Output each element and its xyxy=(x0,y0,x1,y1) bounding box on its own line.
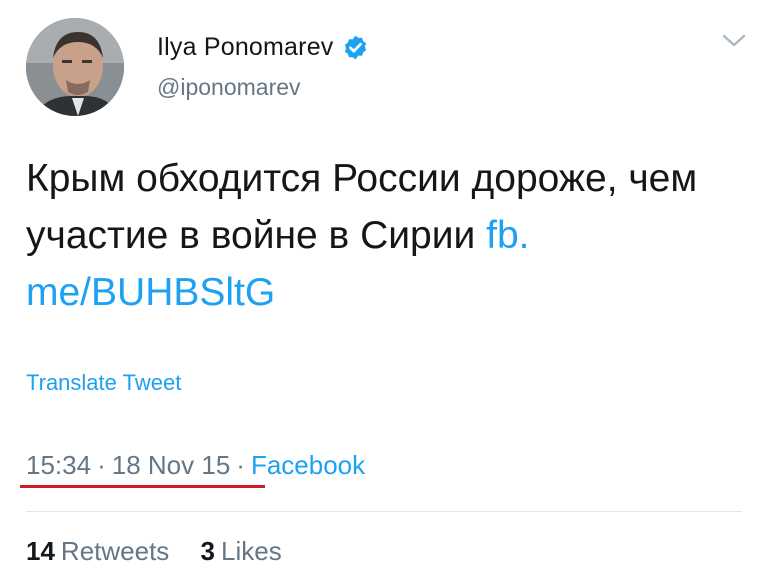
translate-tweet-link[interactable]: Translate Tweet xyxy=(26,370,181,396)
tweet-stats: 14 Retweets 3 Likes xyxy=(26,536,282,567)
divider xyxy=(26,511,742,512)
tweet-text: Крым обходится России дороже, чем участи… xyxy=(26,150,738,321)
tweet-date[interactable]: 18 Nov 15 xyxy=(112,450,231,480)
tweet-body: Крым обходится России дороже, чем участи… xyxy=(26,157,698,257)
separator-dot: · xyxy=(236,450,245,480)
likes-stat[interactable]: 3 Likes xyxy=(201,536,282,567)
user-handle[interactable]: @iponomarev xyxy=(157,74,301,101)
tweet-time[interactable]: 15:34 xyxy=(26,450,91,480)
retweets-label: Retweets xyxy=(60,536,170,566)
verified-badge-icon xyxy=(344,35,366,59)
separator-dot: · xyxy=(97,450,106,480)
retweets-stat[interactable]: 14 Retweets xyxy=(26,536,169,567)
retweets-count: 14 xyxy=(26,536,55,566)
display-name[interactable]: Ilya Ponomarev xyxy=(157,33,334,62)
tweet-source-link[interactable]: Facebook xyxy=(251,450,365,480)
profile-photo xyxy=(26,18,124,116)
tweet-meta: 15:34 · 18 Nov 15 · Facebook xyxy=(26,450,365,481)
likes-label: Likes xyxy=(221,536,282,566)
avatar[interactable] xyxy=(26,18,124,116)
highlight-underline xyxy=(20,485,265,488)
likes-count: 3 xyxy=(200,536,216,566)
chevron-down-icon[interactable] xyxy=(720,30,748,50)
user-name-row[interactable]: Ilya Ponomarev xyxy=(157,32,369,62)
